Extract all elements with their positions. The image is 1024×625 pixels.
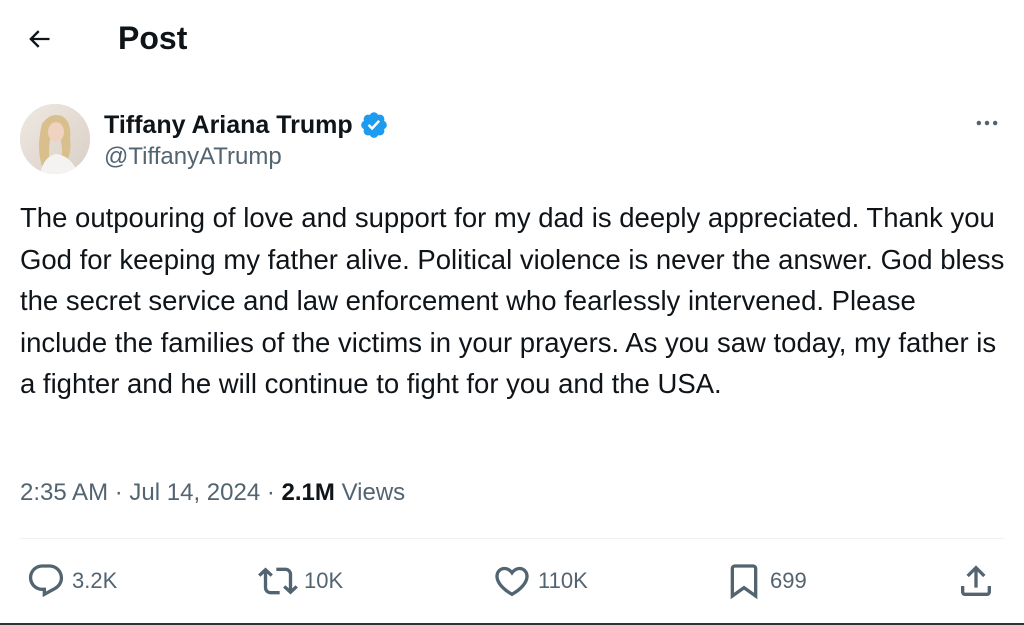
page-title: Post xyxy=(118,20,188,56)
author-name-row: Tiffany Ariana Trump xyxy=(104,108,389,142)
reply-count: 3.2K xyxy=(72,568,118,593)
repost-arrows-icon xyxy=(258,567,298,595)
post-metadata: 2:35 AM · Jul 14, 2024 · 2.1M Views xyxy=(20,476,405,510)
share-upload-icon xyxy=(961,565,991,596)
bookmark-count: 699 xyxy=(770,568,807,593)
back-button[interactable] xyxy=(20,20,58,58)
repost-count: 10K xyxy=(304,568,344,593)
meta-separator: · xyxy=(266,479,282,506)
avatar[interactable] xyxy=(20,104,90,174)
share-button[interactable] xyxy=(956,556,996,606)
arrow-left-icon xyxy=(29,30,50,48)
reply-button[interactable]: 3.2K xyxy=(26,556,117,606)
meta-separator: · xyxy=(114,479,130,506)
divider xyxy=(20,538,1004,539)
like-count: 110K xyxy=(538,568,588,593)
bookmark-icon xyxy=(730,564,758,600)
avatar-photo xyxy=(20,104,90,174)
post-text: The outpouring of love and support for m… xyxy=(20,202,1005,399)
post-time[interactable]: 2:35 AM xyxy=(20,479,108,506)
heart-icon xyxy=(495,566,529,597)
action-bar: 3.2K 10K 110K 699 xyxy=(0,556,1024,606)
more-horizontal-icon xyxy=(976,120,998,126)
repost-button[interactable]: 10K xyxy=(258,556,343,606)
views-count: 2.1M xyxy=(281,479,335,506)
bookmark-button[interactable]: 699 xyxy=(724,556,807,606)
author-handle[interactable]: @TiffanyATrump xyxy=(104,142,282,172)
reply-bubble-icon xyxy=(28,564,64,598)
more-options-button[interactable] xyxy=(972,108,1002,138)
like-button[interactable]: 110K xyxy=(492,556,588,606)
post-author: Tiffany Ariana Trump @TiffanyATrump xyxy=(20,104,1004,176)
verified-badge-icon xyxy=(359,110,389,140)
views-label: Views xyxy=(341,479,406,506)
author-name[interactable]: Tiffany Ariana Trump xyxy=(104,109,353,141)
post-date[interactable]: Jul 14, 2024 xyxy=(129,479,260,506)
top-bar: Post xyxy=(0,0,1024,78)
